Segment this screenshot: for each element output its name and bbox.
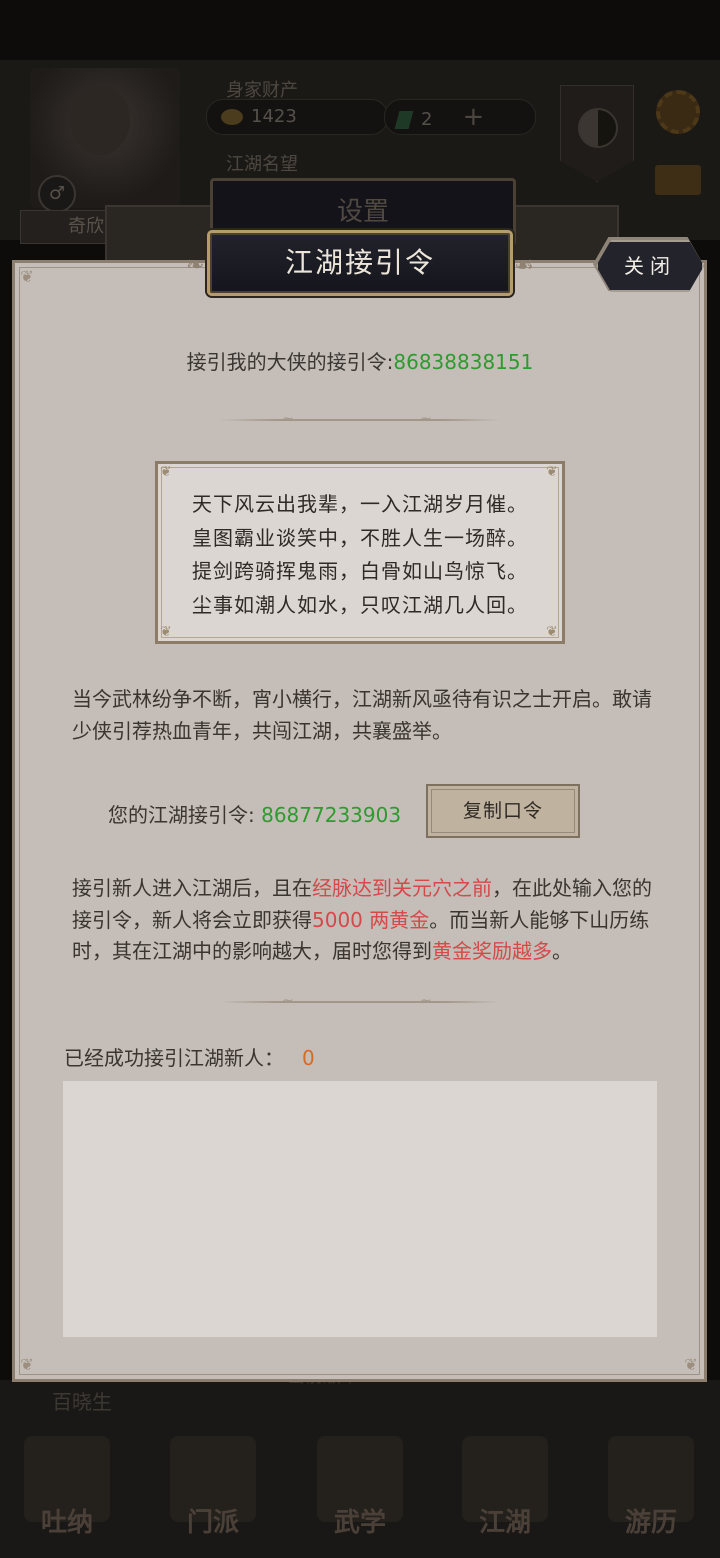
invited-count-label: 已经成功接引江湖新人： [64, 1046, 284, 1070]
poem-box: 天下风云出我辈，一入江湖岁月催。 皇图霸业谈笑中，不胜人生一场醉。 提剑跨骑挥鬼… [155, 461, 565, 644]
reputation-label: 江湖名望 [226, 154, 298, 175]
gold-counter: 1423 [206, 99, 388, 135]
nav-tuna[interactable]: 吐纳 [12, 1430, 122, 1550]
inviter-code-line: 接引我的大侠的接引令:86838838151 [0, 346, 720, 375]
corner-ornament: ❦ [20, 267, 34, 286]
poem-line: 天下风云出我辈，一入江湖岁月催。 [192, 492, 528, 516]
close-button[interactable]: 关闭 [596, 240, 704, 292]
divider-ornament: ~ [282, 993, 294, 1009]
inviter-code-value: 86838838151 [393, 350, 534, 374]
inviter-code-label: 接引我的大侠的接引令: [186, 350, 394, 374]
gem-amount: 2 [421, 109, 433, 130]
mail-icon[interactable] [655, 165, 701, 195]
my-code-value: 86877233903 [261, 803, 402, 827]
gold-amount: 1423 [251, 106, 297, 127]
poem-corner-ornament: ❦ [160, 624, 172, 640]
title-ornament-right: ☙ [514, 253, 534, 278]
nav-travel[interactable]: 游历 [596, 1430, 706, 1550]
my-code-line: 您的江湖接引令: 86877233903 [108, 799, 401, 828]
poem-corner-ornament: ❦ [160, 464, 172, 480]
corner-ornament: ❦ [20, 1355, 34, 1374]
divider-ornament: ~ [282, 411, 294, 427]
dialog-title: 江湖接引令 [207, 230, 513, 296]
copy-code-button[interactable]: 复制口令 [426, 784, 580, 838]
poem-line: 皇图霸业谈笑中，不胜人生一场醉。 [192, 525, 528, 550]
baixiao-label: 百晓生 [52, 1390, 112, 1414]
reward-highlight: 黄金奖励越多 [432, 939, 552, 963]
my-code-label: 您的江湖接引令: [108, 803, 255, 827]
taiji-icon [578, 108, 618, 148]
nav-sect[interactable]: 门派 [158, 1430, 268, 1550]
gender-male-icon: ♂ [38, 175, 76, 213]
gold-reward-highlight: 5000 两黄金 [312, 907, 430, 932]
nav-martial-arts[interactable]: 武学 [305, 1430, 415, 1550]
title-ornament-left: ❧ [186, 253, 205, 278]
divider-ornament: ~ [420, 993, 432, 1009]
invited-count-line: 已经成功接引江湖新人： 0 [64, 1042, 315, 1071]
nav-jianghu[interactable]: 江湖 [450, 1430, 560, 1550]
invited-list[interactable] [63, 1081, 657, 1337]
poem-line: 提剑跨骑挥鬼雨，白骨如山鸟惊飞。 [192, 559, 528, 583]
intro-text: 当今武林纷争不断，宵小横行，江湖新风亟待有识之士开启。敢请少侠引荐热血青年，共闯… [72, 687, 652, 743]
gold-ingot-icon [221, 109, 243, 125]
gem-counter: 2 + [384, 99, 536, 135]
rule-highlight: 经脉达到关元穴之前 [312, 876, 492, 900]
add-gem-icon[interactable]: + [462, 102, 484, 132]
rules-text: 接引新人进入江湖后，且在经脉达到关元穴之前，在此处输入您的接引令，新人将会立即获… [72, 876, 652, 963]
gear-icon[interactable] [656, 90, 700, 134]
poem-corner-ornament: ❦ [546, 464, 558, 480]
divider-ornament: ~ [420, 411, 432, 427]
section-divider [220, 1001, 500, 1003]
corner-ornament: ❦ [684, 1355, 698, 1374]
poem-corner-ornament: ❦ [546, 624, 558, 640]
poem-line: 尘事如潮人如水，只叹江湖几人回。 [192, 592, 528, 617]
jade-gem-icon [394, 111, 414, 129]
invited-count-value: 0 [302, 1046, 315, 1070]
section-divider [220, 419, 500, 421]
avatar-portrait [70, 85, 130, 155]
